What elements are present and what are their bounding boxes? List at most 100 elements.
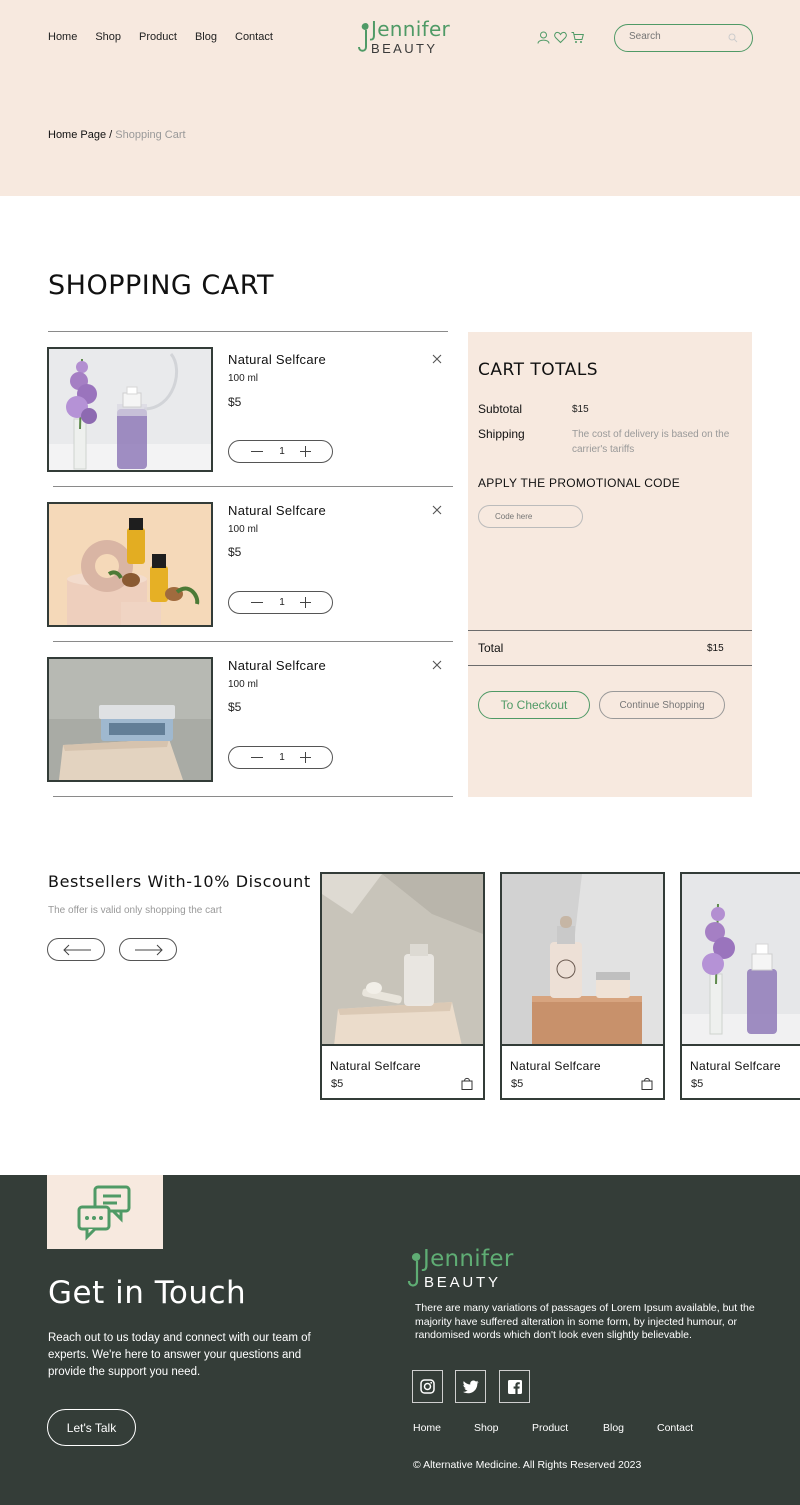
product-card[interactable]: Natural Selfcare $5 <box>500 872 665 1100</box>
nav-contact[interactable]: Contact <box>235 31 273 43</box>
footer-text: Reach out to us today and connect with o… <box>48 1332 311 1378</box>
lets-talk-button[interactable]: Let's Talk <box>47 1409 136 1446</box>
shopping-bag-icon[interactable] <box>461 1077 473 1090</box>
divider <box>468 665 752 666</box>
plus-icon[interactable] <box>299 751 312 764</box>
arrow-left-icon <box>63 944 91 956</box>
promo-code-field[interactable] <box>478 505 583 528</box>
quantity-stepper[interactable]: 1 <box>228 440 333 463</box>
user-icon[interactable] <box>537 31 550 44</box>
cart-item-image[interactable] <box>47 347 213 472</box>
cart-item-image[interactable] <box>47 502 213 627</box>
total-value: $15 <box>707 643 724 654</box>
search-box[interactable] <box>614 24 753 52</box>
divider <box>48 331 448 332</box>
cart-item-price: $5 <box>228 545 242 559</box>
product-image[interactable] <box>502 874 663 1046</box>
divider <box>53 486 453 487</box>
breadcrumb-home[interactable]: Home Page / <box>48 129 112 141</box>
next-button[interactable] <box>119 938 177 961</box>
footer-nav-blog[interactable]: Blog <box>603 1422 624 1434</box>
instagram-icon <box>420 1379 435 1394</box>
bestsellers-subtitle: The offer is valid only shopping the car… <box>48 905 222 916</box>
promo-code-input[interactable] <box>495 512 575 521</box>
minus-icon[interactable] <box>251 451 263 452</box>
main-nav: Home Shop Product Blog Contact <box>48 31 291 43</box>
footer-nav-contact[interactable]: Contact <box>657 1422 693 1434</box>
cart-item-price: $5 <box>228 700 242 714</box>
product-image[interactable] <box>322 874 483 1046</box>
chat-badge <box>47 1175 163 1249</box>
logo-script: Jennifer <box>371 17 451 41</box>
product-card[interactable]: Natural Selfcare $5 <box>320 872 485 1100</box>
logo-word: BEAUTY <box>371 41 438 56</box>
bestsellers-title: Bestsellers With-10% Discount <box>48 872 311 891</box>
cart-totals-panel: CART TOTALS Subtotal $15 Shipping The co… <box>468 332 752 797</box>
checkout-button[interactable]: To Checkout <box>478 691 590 719</box>
logo-word: BEAUTY <box>424 1274 501 1291</box>
cart-item-price: $5 <box>228 395 242 409</box>
nav-home[interactable]: Home <box>48 31 77 43</box>
shopping-bag-icon[interactable] <box>641 1077 653 1090</box>
heart-icon[interactable] <box>554 31 567 44</box>
nav-shop[interactable]: Shop <box>95 31 121 43</box>
shipping-note: The cost of delivery is based on the car… <box>572 429 730 455</box>
chat-bubbles-icon <box>77 1185 131 1241</box>
quantity-stepper[interactable]: 1 <box>228 746 333 769</box>
instagram-link[interactable] <box>412 1370 443 1403</box>
logo-script: Jennifer <box>423 1246 514 1272</box>
footer-logo[interactable]: Jennifer BEAUTY <box>407 1246 517 1296</box>
brand-logo[interactable]: Jennifer BEAUTY <box>357 17 451 59</box>
cart-icon[interactable] <box>571 31 584 44</box>
minus-icon[interactable] <box>251 602 263 603</box>
cart-item-name[interactable]: Natural Selfcare <box>228 352 326 367</box>
continue-shopping-button[interactable]: Continue Shopping <box>599 691 725 719</box>
minus-icon[interactable] <box>251 757 263 758</box>
footer-nav-home[interactable]: Home <box>413 1422 441 1434</box>
prev-button[interactable] <box>47 938 105 961</box>
page-footer: Get in Touch Reach out to us today and c… <box>0 1175 800 1505</box>
quantity-value: 1 <box>279 752 285 763</box>
twitter-link[interactable] <box>455 1370 486 1403</box>
quantity-value: 1 <box>279 446 285 457</box>
footer-nav-shop[interactable]: Shop <box>474 1422 499 1434</box>
subtotal-value: $15 <box>572 404 589 415</box>
close-icon[interactable] <box>431 504 443 516</box>
cart-item-image[interactable] <box>47 657 213 782</box>
close-icon[interactable] <box>431 353 443 365</box>
nav-blog[interactable]: Blog <box>195 31 217 43</box>
shipping-label: Shipping <box>478 427 525 441</box>
cart-item-name[interactable]: Natural Selfcare <box>228 503 326 518</box>
header-icons <box>537 31 584 44</box>
product-image[interactable] <box>682 874 800 1046</box>
search-input[interactable] <box>629 31 724 42</box>
product-name[interactable]: Natural Selfcare <box>330 1059 421 1073</box>
nav-product[interactable]: Product <box>139 31 177 43</box>
footer-title: Get in Touch <box>48 1275 247 1311</box>
footer-nav-product[interactable]: Product <box>532 1422 568 1434</box>
cart-item-volume: 100 ml <box>228 373 259 384</box>
plus-icon[interactable] <box>299 445 312 458</box>
subtotal-label: Subtotal <box>478 402 523 416</box>
total-label: Total <box>478 641 504 655</box>
product-card[interactable]: Natural Selfcare $5 <box>680 872 800 1100</box>
product-name[interactable]: Natural Selfcare <box>510 1059 601 1073</box>
facebook-icon <box>507 1379 522 1394</box>
plus-icon[interactable] <box>299 596 312 609</box>
page-header: Home Shop Product Blog Contact Jennifer … <box>0 0 800 196</box>
page-title: SHOPPING CART <box>48 270 275 301</box>
twitter-icon <box>462 1379 478 1393</box>
breadcrumb-current: Shopping Cart <box>112 129 186 141</box>
copyright-text: © Alternative Medicine. All Rights Reser… <box>413 1459 642 1471</box>
product-price: $5 <box>691 1078 704 1090</box>
breadcrumb: Home Page / Shopping Cart <box>48 129 186 141</box>
quantity-stepper[interactable]: 1 <box>228 591 333 614</box>
cart-item-name[interactable]: Natural Selfcare <box>228 658 326 673</box>
search-icon[interactable] <box>728 33 738 43</box>
close-icon[interactable] <box>431 659 443 671</box>
facebook-link[interactable] <box>499 1370 530 1403</box>
divider <box>53 641 453 642</box>
product-name[interactable]: Natural Selfcare <box>690 1059 781 1073</box>
cart-item-volume: 100 ml <box>228 524 259 535</box>
divider <box>53 796 453 797</box>
